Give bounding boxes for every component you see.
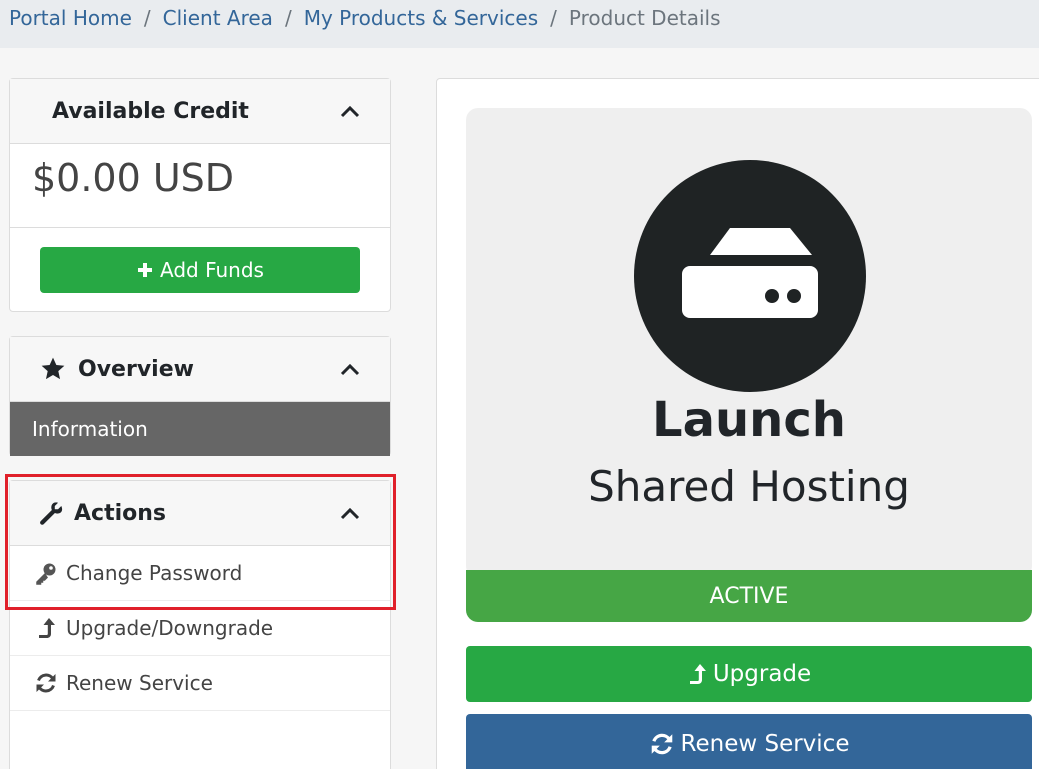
breadcrumb-separator: / <box>550 6 557 30</box>
key-icon <box>34 561 58 585</box>
available-credit-panel: Available Credit $0.00 USD Add Funds <box>9 78 391 312</box>
product-name: Launch <box>652 392 846 448</box>
change-password-label: Change Password <box>66 561 243 585</box>
breadcrumb-separator: / <box>143 6 151 30</box>
renew-service-button[interactable]: Renew Service <box>466 714 1032 769</box>
breadcrumb-separator: / <box>284 6 292 30</box>
star-icon <box>41 357 65 380</box>
breadcrumb-my-products[interactable]: My Products & Services <box>304 6 538 30</box>
actions-header[interactable]: Actions <box>10 481 390 546</box>
product-group: Shared Hosting <box>588 462 910 511</box>
sidebar-item-information[interactable]: Information <box>10 402 390 456</box>
hdd-icon <box>634 160 866 392</box>
chevron-up-icon[interactable] <box>340 362 360 376</box>
chevron-up-icon[interactable] <box>340 506 360 520</box>
sidebar-item-renew-service[interactable]: Renew Service <box>10 656 390 711</box>
available-credit-header[interactable]: Available Credit <box>10 79 390 144</box>
credit-amount: $0.00 USD <box>10 144 390 228</box>
available-credit-title: Available Credit <box>52 98 249 124</box>
breadcrumb-client-area[interactable]: Client Area <box>163 6 273 30</box>
breadcrumb-current: Product Details <box>568 6 721 30</box>
actions-title: Actions <box>74 500 166 526</box>
wrench-icon <box>40 502 63 525</box>
renew-service-button-label: Renew Service <box>680 731 850 757</box>
sidebar-item-upgrade-downgrade[interactable]: Upgrade/Downgrade <box>10 601 390 656</box>
upgrade-downgrade-label: Upgrade/Downgrade <box>66 616 274 640</box>
overview-title: Overview <box>78 356 194 382</box>
breadcrumb-portal-home[interactable]: Portal Home <box>9 6 132 30</box>
add-funds-button[interactable]: Add Funds <box>40 247 360 293</box>
level-up-icon <box>689 664 706 684</box>
level-up-icon <box>34 616 58 640</box>
plus-icon <box>138 263 153 277</box>
chevron-up-icon[interactable] <box>340 104 360 118</box>
overview-panel: Overview Information <box>9 336 391 456</box>
sidebar-item-change-password[interactable]: Change Password <box>10 546 390 601</box>
status-badge: ACTIVE <box>466 570 1032 622</box>
actions-panel: Actions Change Password Upgrade/Downgrad… <box>9 480 391 769</box>
upgrade-button[interactable]: Upgrade <box>466 646 1032 702</box>
sync-icon <box>651 733 672 755</box>
breadcrumb: Portal Home / Client Area / My Products & Se… <box>0 0 1039 48</box>
upgrade-label: Upgrade <box>712 661 812 687</box>
renew-service-label: Renew Service <box>66 671 213 695</box>
add-funds-label: Add Funds <box>160 258 264 282</box>
overview-header[interactable]: Overview <box>10 337 390 402</box>
sync-icon <box>34 671 58 695</box>
